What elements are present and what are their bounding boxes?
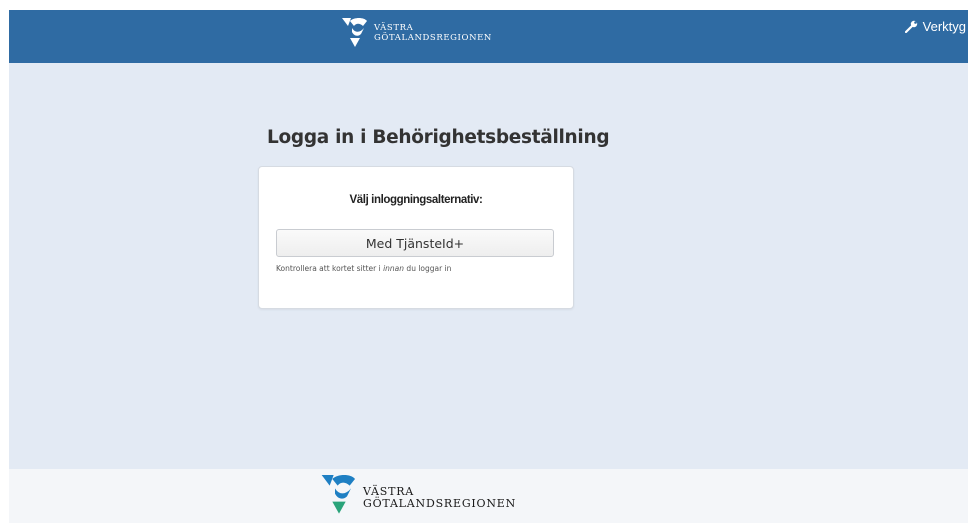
- hint-before: Kontrollera att kortet sitter i: [276, 264, 384, 273]
- tools-menu-button[interactable]: Verktyg: [904, 19, 966, 34]
- header-logo[interactable]: VÄSTRA GÖTALANDSREGIONEN: [342, 18, 492, 48]
- page-title: Logga in i Behörighetsbeställning: [267, 127, 610, 148]
- hint-after: du loggar in: [404, 264, 452, 273]
- vgr-logo-icon: [321, 475, 355, 514]
- header-logo-text: VÄSTRA GÖTALANDSREGIONEN: [374, 23, 492, 43]
- app-frame: VÄSTRA GÖTALANDSREGIONEN Verktyg Logga i…: [9, 10, 968, 523]
- footer-logo-line2: GÖTALANDSREGIONEN: [363, 497, 517, 510]
- vgr-logo-icon: [342, 18, 367, 47]
- wrench-icon: [904, 20, 917, 33]
- login-card: Välj inloggningsalternativ: Med TjänsteI…: [258, 166, 574, 309]
- header-logo-line2: GÖTALANDSREGIONEN: [374, 33, 492, 43]
- header-logo-line1: VÄSTRA: [374, 23, 414, 33]
- login-options-heading: Välj inloggningsalternativ:: [349, 194, 483, 206]
- login-tjansteid-button[interactable]: Med TjänsteId+: [276, 229, 554, 257]
- hint-emphasis: innan: [383, 264, 405, 273]
- footer-logo-text: VÄSTRA GÖTALANDSREGIONEN: [363, 486, 516, 510]
- card-hint-text: Kontrollera att kortet sitter i innan du…: [276, 264, 451, 273]
- tools-label: Verktyg: [922, 19, 966, 34]
- footer-logo: VÄSTRA GÖTALANDSREGIONEN: [321, 475, 516, 515]
- page-footer: VÄSTRA GÖTALANDSREGIONEN: [9, 469, 968, 523]
- top-header: VÄSTRA GÖTALANDSREGIONEN Verktyg: [9, 10, 968, 63]
